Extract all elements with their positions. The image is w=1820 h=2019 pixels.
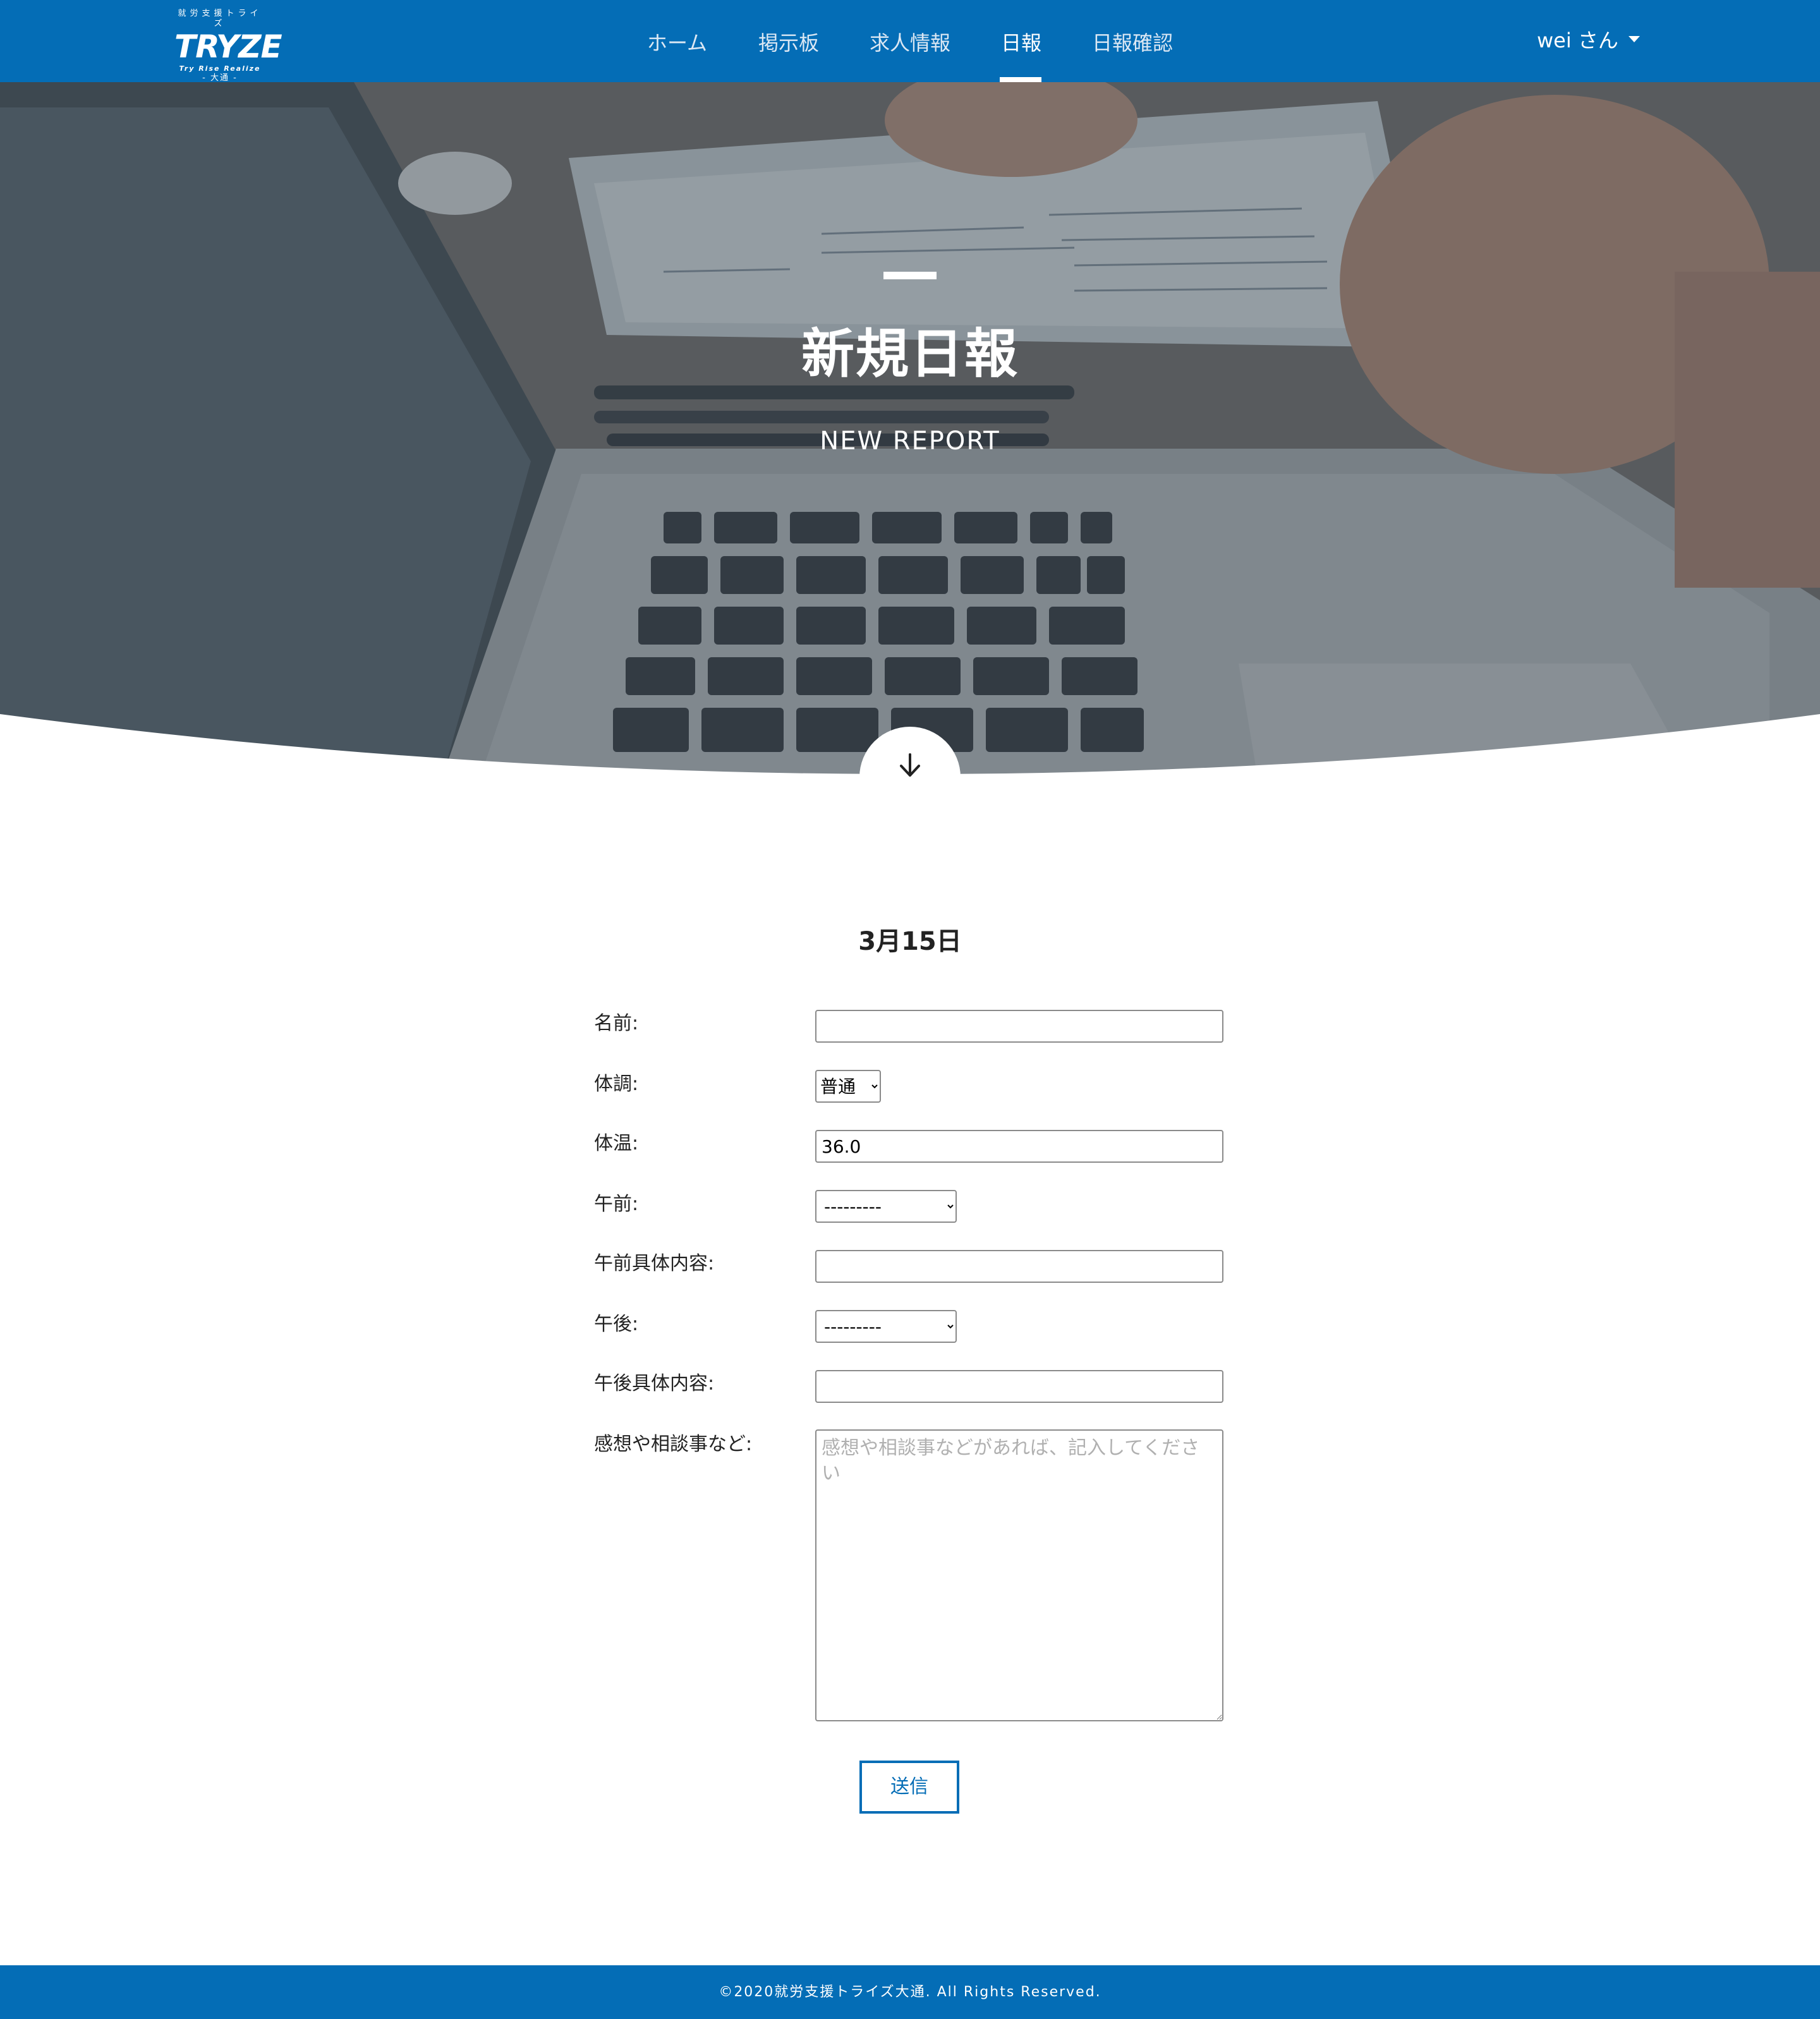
copyright-text: ©2020就労支援トライズ大通. All Rights Reserved. — [719, 1984, 1101, 2000]
condition-label: 体調: — [594, 1073, 639, 1095]
nav-home[interactable]: ホーム — [647, 28, 707, 58]
afternoon-select[interactable]: --------- — [815, 1310, 957, 1343]
morning-detail-input[interactable] — [815, 1250, 1223, 1283]
page-title: 新規日報 — [801, 323, 1019, 385]
page-subtitle: NEW REPORT — [820, 427, 1000, 456]
temperature-input[interactable] — [815, 1130, 1223, 1163]
condition-select[interactable]: 普通 — [815, 1070, 881, 1103]
arrow-down-icon — [900, 753, 920, 777]
user-menu-dropdown[interactable]: wei さん — [1537, 25, 1640, 56]
hero-banner: 新規日報 NEW REPORT — [0, 82, 1820, 777]
active-nav-indicator — [1000, 77, 1041, 82]
nav-daily-report[interactable]: 日報 — [1001, 28, 1041, 58]
name-input[interactable] — [815, 1010, 1223, 1043]
temperature-label: 体温: — [594, 1132, 639, 1155]
nav-job-info[interactable]: 求人情報 — [870, 28, 950, 58]
scroll-down-button[interactable] — [859, 727, 961, 828]
caret-down-icon — [1628, 36, 1640, 42]
report-date: 3月15日 — [858, 927, 962, 956]
afternoon-label: 午後: — [594, 1313, 639, 1335]
comments-textarea[interactable] — [815, 1429, 1223, 1721]
submit-button[interactable]: 送信 — [859, 1761, 959, 1814]
hero-accent-bar — [883, 272, 937, 279]
nav-report-review[interactable]: 日報確認 — [1092, 28, 1173, 58]
morning-label: 午前: — [594, 1193, 639, 1215]
morning-detail-label: 午前具体内容: — [594, 1252, 715, 1275]
user-name: wei さん — [1537, 28, 1618, 52]
name-label: 名前: — [594, 1012, 639, 1034]
comments-label: 感想や相談事など: — [594, 1433, 753, 1455]
nav-bulletin-board[interactable]: 掲示板 — [758, 28, 819, 58]
morning-select[interactable]: --------- — [815, 1190, 957, 1223]
afternoon-detail-label: 午後具体内容: — [594, 1373, 715, 1395]
site-footer: ©2020就労支援トライズ大通. All Rights Reserved. — [0, 1965, 1820, 2019]
top-navbar: 就労支援トライズ TRYZE Try Rise Realize - 大通 - ホ… — [0, 0, 1820, 83]
afternoon-detail-input[interactable] — [815, 1370, 1223, 1403]
